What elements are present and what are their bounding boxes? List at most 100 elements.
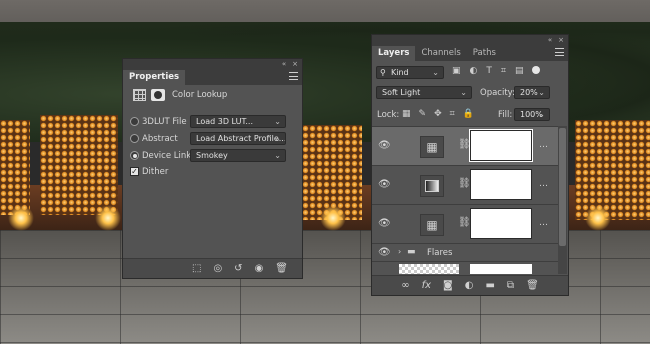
filter-kind-dropdown[interactable]: ⚲ Kind ⌄	[376, 66, 444, 79]
lock-transparent-icon[interactable]: ▦	[402, 109, 411, 119]
type-filter-icon[interactable]: T	[486, 66, 492, 76]
fill-label: Fill:	[498, 110, 513, 120]
layer-row-gradient-map[interactable]: 👁 ⛓ …	[372, 166, 558, 205]
radio-3dlut-file[interactable]	[130, 117, 139, 126]
radio-device-link[interactable]	[130, 151, 139, 160]
view-previous-icon[interactable]: ◎	[213, 263, 222, 274]
visibility-icon[interactable]: ◉	[255, 263, 264, 274]
transparent-thumbnail	[399, 264, 459, 274]
folder-icon: ▬	[407, 247, 416, 257]
panel-menu-icon[interactable]	[555, 48, 564, 56]
filter-toggle-icon[interactable]	[532, 66, 541, 74]
lock-image-icon[interactable]: ✎	[419, 109, 427, 119]
group-name: Flares	[427, 248, 453, 258]
more-icon: …	[539, 179, 548, 189]
panel-top-bar: « ×	[123, 59, 302, 69]
color-lookup-icon	[133, 89, 146, 101]
lock-artboard-icon[interactable]: ⌗	[450, 109, 455, 119]
chevron-down-icon: ⌄	[460, 88, 467, 97]
tab-properties[interactable]: Properties	[123, 70, 186, 85]
chevron-down-icon: ⌄	[538, 88, 545, 97]
more-icon: …	[539, 218, 548, 228]
panel-top-bar: « ×	[372, 35, 568, 45]
trash-icon[interactable]: 🗑	[526, 280, 539, 291]
chevron-down-icon: ⌄	[432, 68, 439, 77]
lock-all-icon[interactable]: 🔒	[463, 109, 474, 119]
layer-row-partial[interactable]	[372, 262, 558, 274]
layer-list-scrollbar[interactable]	[558, 126, 567, 274]
dropdown-abstract[interactable]: Load Abstract Profile... ⌄	[190, 132, 286, 145]
visibility-eye-icon[interactable]: 👁	[378, 218, 391, 229]
chain-link-icon[interactable]: ⛓	[458, 139, 471, 150]
marquee-letter-w	[40, 115, 118, 215]
mask-icon[interactable]: ◙	[443, 280, 453, 291]
trash-icon[interactable]: 🗑	[275, 263, 288, 274]
lens-flare	[95, 205, 121, 231]
radio-abstract[interactable]	[130, 134, 139, 143]
close-icon[interactable]: ×	[558, 36, 564, 44]
dither-checkbox[interactable]: ✓	[130, 167, 139, 176]
chain-link-icon[interactable]: ⛓	[458, 178, 471, 189]
visibility-eye-icon[interactable]: 👁	[378, 179, 391, 190]
properties-tab-bar: Properties	[123, 69, 302, 85]
panel-menu-icon[interactable]	[289, 72, 298, 80]
label-abstract: Abstract	[142, 134, 178, 144]
chevron-down-icon: ⌄	[274, 117, 281, 126]
smart-object-filter-icon[interactable]: ▤	[515, 66, 524, 76]
adjustment-icon[interactable]: ◐	[465, 280, 474, 291]
folder-icon[interactable]: ▬	[485, 280, 494, 291]
visibility-eye-icon[interactable]: 👁	[378, 140, 391, 151]
layer-mask-thumbnail[interactable]	[469, 129, 533, 162]
chevron-down-icon: ⌄	[274, 134, 281, 143]
opacity-field[interactable]: 20% ⌄	[514, 86, 550, 99]
label-device-link: Device Link	[142, 151, 192, 161]
tab-channels[interactable]: Channels	[415, 46, 466, 61]
dropdown-3dlut-file[interactable]: Load 3D LUT... ⌄	[190, 115, 286, 128]
close-icon[interactable]: ×	[292, 60, 298, 68]
adjustment-title: Color Lookup	[172, 90, 228, 100]
layer-mask-thumbnail[interactable]	[470, 208, 532, 239]
fill-field[interactable]: 100% ⌄	[514, 108, 550, 121]
chevron-down-icon: ⌄	[274, 151, 281, 160]
layer-group-flares[interactable]: 👁 › ▬ Flares	[372, 244, 558, 262]
new-layer-icon[interactable]: ⧉	[507, 280, 514, 291]
lock-icons: ▦ ✎ ✥ ⌗ 🔒	[402, 109, 474, 119]
scrollbar-thumb[interactable]	[559, 128, 566, 246]
shape-filter-icon[interactable]: ⌗	[501, 66, 506, 76]
layers-panel: « × Layers Channels Paths ⚲ Kind ⌄ ▣ ◐ T …	[371, 34, 569, 296]
chevron-down-icon: ⌄	[538, 110, 545, 119]
lock-position-icon[interactable]: ✥	[434, 109, 442, 119]
link-icon[interactable]: ∞	[401, 280, 409, 291]
properties-footer: ⬚ ◎ ↺ ◉ 🗑	[123, 258, 302, 278]
collapse-icon[interactable]: «	[548, 36, 552, 44]
label-3dlut-file: 3DLUT File	[142, 117, 187, 127]
clip-to-layer-icon[interactable]: ⬚	[192, 263, 201, 274]
filter-icons: ▣ ◐ T ⌗ ▤	[452, 66, 541, 76]
layer-row-color-lookup[interactable]: 👁 ▦ ⛓ …	[372, 205, 558, 244]
expand-arrow-icon[interactable]: ›	[398, 247, 401, 256]
layer-mask-thumbnail[interactable]	[470, 169, 532, 200]
opacity-label: Opacity:	[480, 88, 515, 98]
lens-flare	[8, 205, 34, 231]
chain-link-icon[interactable]: ⛓	[458, 217, 471, 228]
lock-label: Lock:	[377, 110, 400, 120]
layers-footer: ∞ fx ◙ ◐ ▬ ⧉ 🗑	[372, 275, 568, 295]
image-filter-icon[interactable]: ▣	[452, 66, 461, 76]
reset-icon[interactable]: ↺	[234, 263, 242, 274]
layer-row-color-lookup-selected[interactable]: 👁 ▦ ⛓ …	[372, 127, 558, 166]
tab-layers[interactable]: Layers	[372, 46, 416, 61]
layer-mask-icon[interactable]	[151, 89, 165, 101]
gradient-map-thumb-icon	[420, 175, 444, 197]
blend-mode-dropdown[interactable]: Soft Light ⌄	[376, 86, 472, 99]
fx-icon[interactable]: fx	[422, 280, 431, 291]
color-lookup-thumb-icon: ▦	[420, 136, 444, 158]
properties-panel: « × Properties Color Lookup 3DLUT File L…	[122, 58, 303, 279]
dropdown-device-link[interactable]: Smokey ⌄	[190, 149, 286, 162]
adjustment-filter-icon[interactable]: ◐	[470, 66, 478, 76]
collapse-icon[interactable]: «	[282, 60, 286, 68]
tab-paths[interactable]: Paths	[467, 46, 502, 61]
visibility-eye-icon[interactable]: 👁	[378, 247, 391, 258]
lens-flare	[585, 205, 611, 231]
layer-list: 👁 ▦ ⛓ … 👁 ⛓ … 👁 ▦ ⛓ … 👁 › ▬ Flares	[372, 126, 558, 274]
adjustment-header: Color Lookup	[123, 85, 302, 107]
